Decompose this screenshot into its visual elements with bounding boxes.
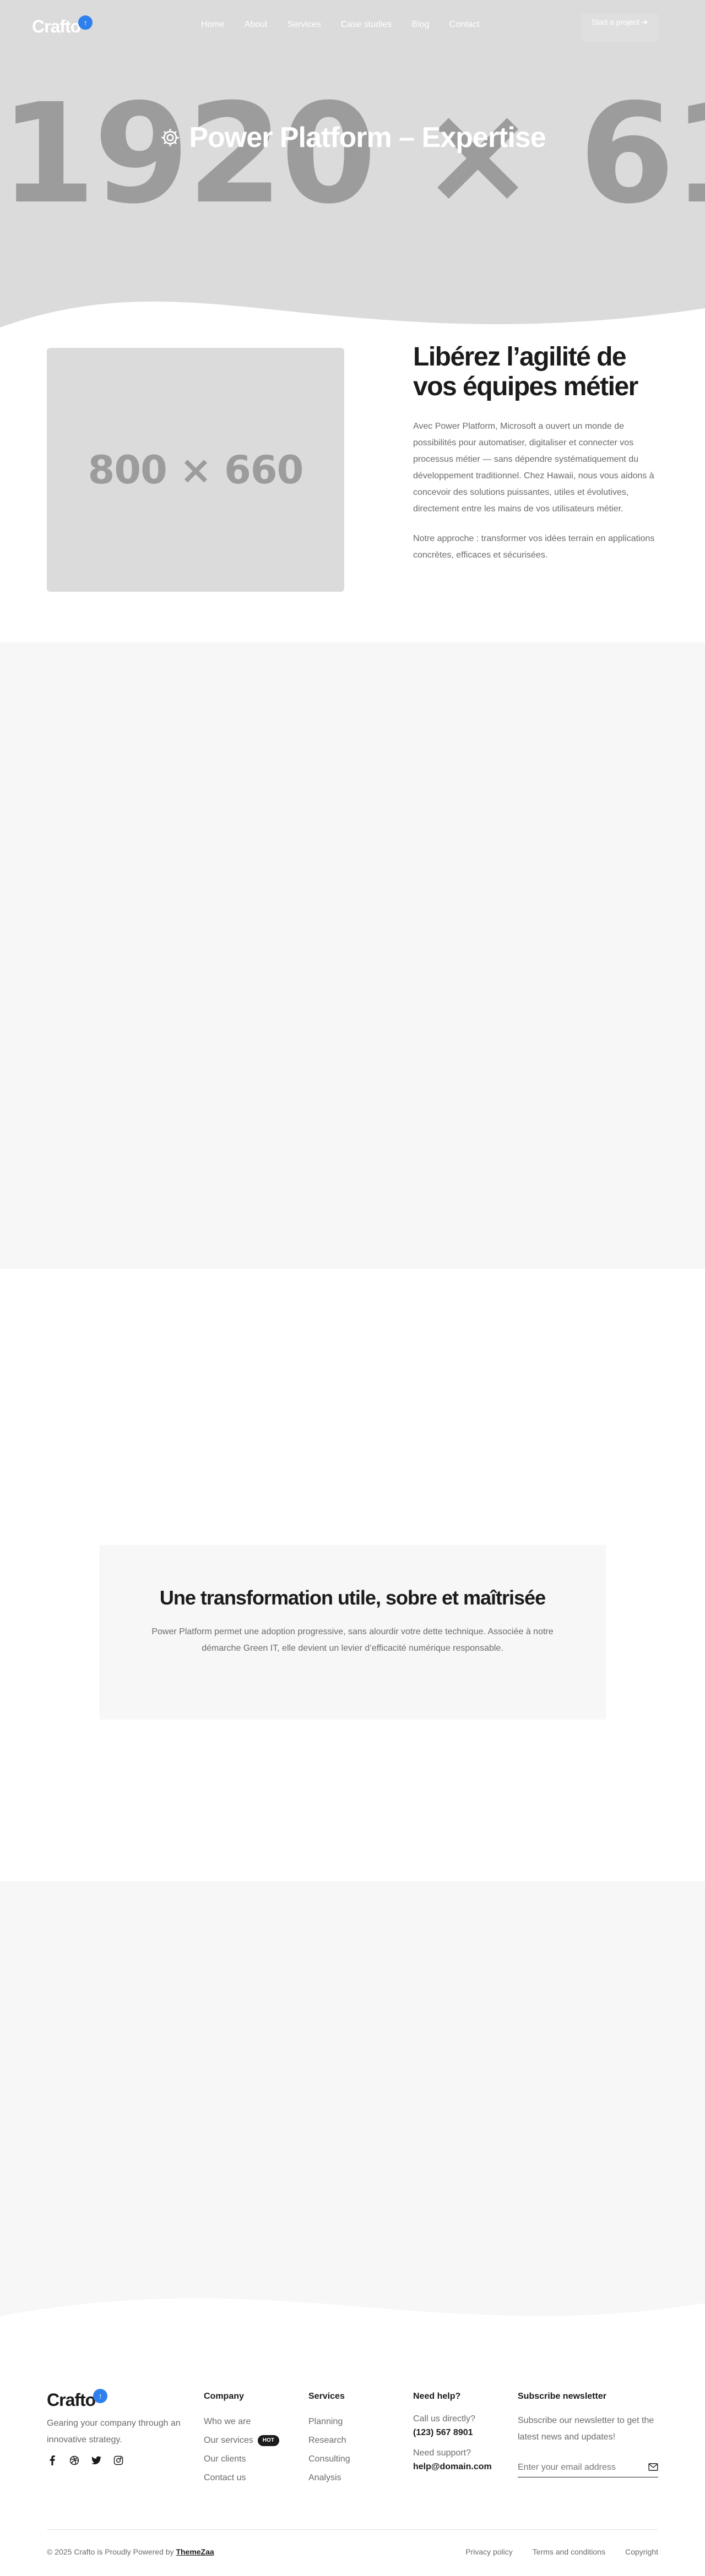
logo-text: Crafto (32, 17, 81, 36)
copyright-link[interactable]: Copyright (625, 2547, 658, 2556)
nav-contact[interactable]: Contact (449, 20, 479, 30)
intro-text-block: Libérez l’agilité de vos équipes métier … (413, 342, 658, 577)
arrow-right-icon: ➜ (641, 18, 648, 26)
main-nav: Home About Services Case studies Blog Co… (201, 20, 500, 30)
newsletter-form (518, 2458, 658, 2477)
footer-wave-divider (0, 2298, 705, 2332)
footer-newsletter-column: Subscribe newsletter Subscribe our newsl… (518, 2392, 664, 2477)
nav-case-studies[interactable]: Case studies (341, 20, 392, 30)
transformation-box: Une transformation utile, sobre et maîtr… (99, 1545, 606, 1720)
footer-link-research[interactable]: Research (308, 2431, 350, 2450)
footer-company-heading: Company (204, 2392, 244, 2401)
footer-company-column: Company Who we are Our services HOT Our … (204, 2392, 279, 2487)
footer-divider (47, 2529, 658, 2530)
footer-link-our-services-row[interactable]: Our services HOT (204, 2431, 279, 2450)
envelope-icon[interactable] (648, 2463, 658, 2471)
hero-title: Power Platform – Expertise (0, 121, 705, 154)
terms-link[interactable]: Terms and conditions (533, 2547, 605, 2556)
footer-services-heading: Services (308, 2392, 345, 2401)
footer-logo-text: Crafto (47, 2390, 96, 2410)
footer-services-column: Services Planning Research Consulting An… (308, 2392, 350, 2487)
footer-help-column: Need help? Call us directly? (123) 567 8… (413, 2392, 492, 2481)
footer-link-contact-us[interactable]: Contact us (204, 2469, 279, 2487)
footer-link-our-services[interactable]: Our services (204, 2431, 253, 2450)
legal-links: Privacy policy Terms and conditions Copy… (465, 2547, 658, 2556)
logo-badge-icon: ↑ (78, 15, 93, 30)
copyright-text: © 2025 Crafto is Proudly Powered by Them… (47, 2547, 214, 2556)
transformation-paragraph: Power Platform permet une adoption progr… (151, 1627, 554, 1653)
intro-image-placeholder: 800 × 660 (47, 348, 344, 592)
hero-title-text: Power Platform – Expertise (189, 122, 546, 154)
hero-image-placeholder: 1920 × 610 (0, 74, 705, 234)
hot-badge: HOT (257, 2435, 279, 2446)
intro-title: Libérez l’agilité de vos équipes métier (413, 342, 638, 401)
content-section-grey (0, 642, 705, 1269)
intro-image-label: 800 × 660 (88, 447, 304, 493)
footer-link-who-we-are[interactable]: Who we are (204, 2413, 279, 2431)
dribbble-icon[interactable] (69, 2455, 80, 2466)
support-email-link[interactable]: help@domain.com (413, 2460, 492, 2474)
nav-blog[interactable]: Blog (411, 20, 429, 30)
footer-tagline: Gearing your company through an innovati… (47, 2419, 181, 2444)
footer-link-our-clients[interactable]: Our clients (204, 2450, 279, 2469)
start-project-label: Start a project (591, 18, 639, 26)
footer-logo[interactable]: Crafto ↑ (47, 2389, 108, 2410)
transformation-title: Une transformation utile, sobre et maîtr… (159, 1586, 546, 1609)
nav-about[interactable]: About (245, 20, 268, 30)
content-section-grey-2 (0, 1881, 705, 2332)
facebook-icon[interactable] (47, 2455, 58, 2466)
footer-help-heading: Need help? (413, 2392, 461, 2401)
gear-icon (161, 129, 180, 146)
call-label: Call us directly? (413, 2414, 475, 2424)
newsletter-text: Subscribe our newsletter to get the late… (518, 2416, 654, 2442)
themezaa-link[interactable]: ThemeZaa (176, 2547, 214, 2556)
footer-logo-badge-icon: ↑ (93, 2389, 108, 2403)
hero-wave-divider (0, 301, 705, 336)
privacy-policy-link[interactable]: Privacy policy (465, 2547, 513, 2556)
logo[interactable]: Crafto ↑ (32, 15, 93, 37)
instagram-icon[interactable] (113, 2455, 124, 2466)
intro-paragraph-1: Avec Power Platform, Microsoft a ouvert … (413, 422, 654, 514)
start-project-button[interactable]: Start a project ➜ (581, 13, 658, 42)
newsletter-email-input[interactable] (518, 2458, 658, 2477)
copyright-prefix: © 2025 Crafto is Proudly Powered by (47, 2547, 174, 2556)
footer-link-consulting[interactable]: Consulting (308, 2450, 350, 2469)
nav-services[interactable]: Services (288, 20, 321, 30)
footer-link-planning[interactable]: Planning (308, 2413, 350, 2431)
footer-newsletter-heading: Subscribe newsletter (518, 2392, 606, 2401)
nav-home[interactable]: Home (201, 20, 225, 30)
site-header: Crafto ↑ Home About Services Case studie… (0, 0, 705, 53)
phone-link[interactable]: (123) 567 8901 (413, 2426, 492, 2440)
twitter-icon[interactable] (91, 2455, 102, 2466)
support-label: Need support? (413, 2448, 471, 2458)
intro-paragraph-2: Notre approche : transformer vos idées t… (413, 534, 655, 560)
social-links (47, 2455, 124, 2466)
footer-link-analysis[interactable]: Analysis (308, 2469, 350, 2487)
